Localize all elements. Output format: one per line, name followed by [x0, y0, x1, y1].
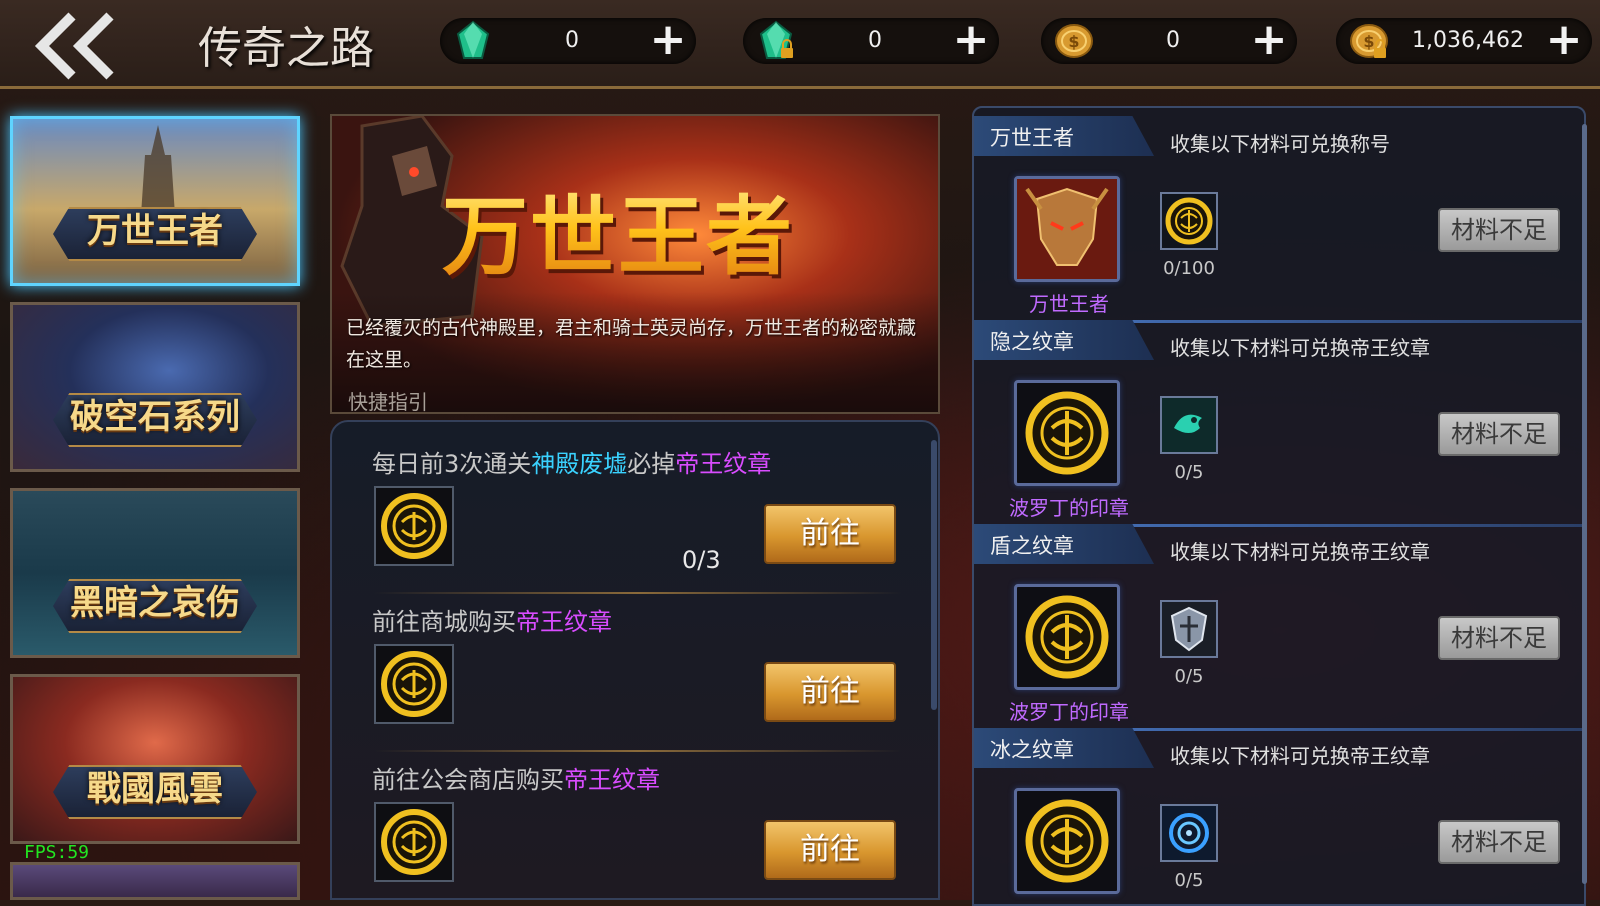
emperor-emblem-icon[interactable] — [374, 802, 454, 882]
hero-title: 万世王者 — [442, 166, 794, 291]
emperor-emblem-icon[interactable] — [1014, 788, 1120, 894]
currency-coin: $ 0 + — [1041, 18, 1297, 64]
material-count: 0/5 — [1174, 462, 1204, 483]
sidebar-item-label: 戰國風雲 — [87, 769, 223, 809]
currency-bound-coin: $ 1,036,462 + — [1336, 18, 1592, 64]
exchange-tab-label: 盾之纹章 — [990, 534, 1074, 558]
emperor-emblem-icon[interactable] — [1014, 584, 1120, 690]
task-text: 必掉 — [627, 450, 676, 478]
exchange-description: 收集以下材料可兑换称号 — [1170, 132, 1390, 156]
gold-coin-icon: $ — [1053, 20, 1095, 62]
sidebar-item-pokongshi[interactable]: 破空石系列 — [10, 302, 300, 472]
material-count: 0/100 — [1163, 258, 1215, 279]
exchange-scrollbar[interactable] — [1582, 124, 1587, 884]
exchange-tab-label: 冰之纹章 — [990, 738, 1074, 762]
exchange-description: 收集以下材料可兑换帝王纹章 — [1170, 336, 1430, 360]
castle-icon — [141, 125, 175, 215]
task-text: 前往商城购买 — [372, 608, 516, 636]
svg-text:$: $ — [1363, 32, 1374, 51]
currency-value: 0 — [868, 28, 882, 53]
task-item: 每日前3次通关神殿废墟必掉帝王纹章 0/3 前往 — [352, 434, 912, 594]
page-title: 传奇之路 — [198, 23, 374, 74]
exchange-description: 收集以下材料可兑换帝王纹章 — [1170, 540, 1430, 564]
emperor-emblem-icon[interactable] — [374, 644, 454, 724]
exchange-row: 万世王者 收集以下材料可兑换称号 万世王者 0/100 材料不足 — [974, 116, 1584, 324]
sidebar-item-label: 万世王者 — [87, 211, 223, 251]
add-bound-diamond-button[interactable]: + — [949, 18, 993, 64]
demon-helmet-icon[interactable] — [1014, 176, 1120, 282]
hero-description: 已经覆灭的古代神殿里，君主和骑士英灵尚存，万世王者的秘密就藏在这里。 — [346, 317, 917, 371]
green-gem-icon — [452, 20, 494, 62]
reward-name: 波罗丁的印章 — [1009, 496, 1129, 520]
exchange-tab-label: 万世王者 — [990, 126, 1074, 150]
add-coin-button[interactable]: + — [1247, 18, 1291, 64]
task-highlight-item: 帝王纹章 — [564, 766, 660, 794]
currency-diamond: 0 + — [440, 18, 696, 64]
emperor-emblem-icon[interactable] — [1160, 192, 1218, 250]
quick-guide-label: 快捷指引 — [348, 390, 428, 414]
task-text: 每日前3次通关 — [372, 450, 532, 478]
task-item: 前往公会商店购买帝王纹章 前往 — [352, 750, 912, 898]
material-count: 0/5 — [1174, 870, 1204, 891]
currency-bound-diamond: 0 + — [743, 18, 999, 64]
locked-green-gem-icon — [755, 20, 797, 62]
go-button[interactable]: 前往 — [764, 504, 896, 564]
task-panel: 每日前3次通关神殿废墟必掉帝王纹章 0/3 前往 前往商城购买帝王纹章 前往 前… — [330, 420, 940, 900]
svg-text:$: $ — [1068, 32, 1079, 51]
add-diamond-button[interactable]: + — [646, 18, 690, 64]
exchange-description: 收集以下材料可兑换帝王纹章 — [1170, 744, 1430, 768]
exchange-panel: 万世王者 收集以下材料可兑换称号 万世王者 0/100 材料不足 隐之纹章 收集… — [972, 106, 1586, 906]
exchange-tab-label: 隐之纹章 — [990, 330, 1074, 354]
go-button[interactable]: 前往 — [764, 820, 896, 880]
task-highlight-item: 帝王纹章 — [675, 450, 772, 478]
currency-value: 0 — [565, 28, 579, 53]
ice-crest-icon[interactable] — [1160, 804, 1218, 862]
material-count: 0/5 — [1174, 666, 1204, 687]
task-description: 前往商城购买帝王纹章 — [372, 602, 612, 637]
insufficient-materials-button[interactable]: 材料不足 — [1438, 412, 1560, 456]
insufficient-materials-button[interactable]: 材料不足 — [1438, 820, 1560, 864]
sidebar-item-label: 黑暗之哀伤 — [70, 583, 240, 623]
task-progress: 0/3 — [682, 546, 721, 574]
insufficient-materials-button[interactable]: 材料不足 — [1438, 208, 1560, 252]
shield-crest-icon[interactable] — [1160, 600, 1218, 658]
sidebar-item-wanshi[interactable]: 万世王者 — [10, 116, 300, 286]
sidebar-item-partial[interactable] — [10, 862, 300, 900]
hidden-crest-icon[interactable] — [1160, 396, 1218, 454]
exchange-row: 冰之纹章 收集以下材料可兑换帝王纹章 0/5 材料不足 — [974, 728, 1584, 904]
reward-name: 万世王者 — [1029, 292, 1109, 316]
task-description: 前往公会商店购买帝王纹章 — [372, 760, 660, 795]
emperor-emblem-icon[interactable] — [374, 486, 454, 566]
top-bar: 传奇之路 0 + 0 + $ 0 + $ 1,036,462 + — [0, 0, 1600, 89]
task-text: 前往公会商店购买 — [372, 766, 564, 794]
sidebar-item-zhanguo[interactable]: 戰國風雲 — [10, 674, 300, 844]
exchange-row: 隐之纹章 收集以下材料可兑换帝王纹章 波罗丁的印章 0/5 材料不足 — [974, 320, 1584, 528]
reward-name: 波罗丁的印章 — [1009, 700, 1129, 724]
emperor-emblem-icon[interactable] — [1014, 380, 1120, 486]
go-button[interactable]: 前往 — [764, 662, 896, 722]
fps-counter: FPS:59 — [24, 842, 90, 863]
sidebar-item-label: 破空石系列 — [70, 397, 240, 437]
task-highlight-item: 帝王纹章 — [516, 608, 612, 636]
hero-banner: 万世王者 已经覆灭的古代神殿里，君主和骑士英灵尚存，万世王者的秘密就藏在这里。 — [330, 114, 940, 414]
sidebar-item-heian[interactable]: 黑暗之哀伤 — [10, 488, 300, 658]
currency-value: 1,036,462 — [1412, 28, 1524, 53]
task-description: 每日前3次通关神殿废墟必掉帝王纹章 — [372, 444, 771, 479]
currency-value: 0 — [1166, 28, 1180, 53]
task-scrollbar[interactable] — [931, 440, 937, 710]
double-chevron-left-icon[interactable] — [30, 10, 130, 80]
insufficient-materials-button[interactable]: 材料不足 — [1438, 616, 1560, 660]
exchange-row: 盾之纹章 收集以下材料可兑换帝王纹章 波罗丁的印章 0/5 材料不足 — [974, 524, 1584, 732]
add-bound-coin-button[interactable]: + — [1542, 18, 1586, 64]
task-highlight-location: 神殿废墟 — [531, 450, 628, 478]
locked-gold-coin-icon: $ — [1348, 20, 1390, 62]
task-item: 前往商城购买帝王纹章 前往 — [352, 592, 912, 752]
